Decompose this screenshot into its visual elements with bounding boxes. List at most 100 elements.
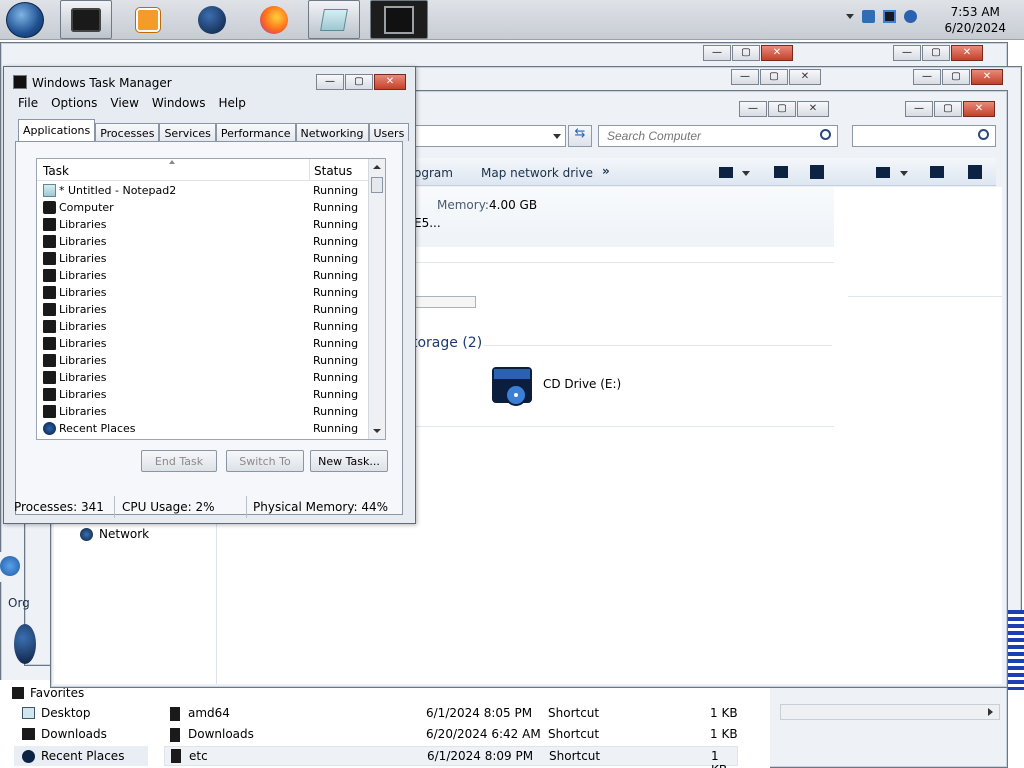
taskbar-computer-button[interactable] xyxy=(60,0,112,39)
nav-favorites[interactable]: Favorites xyxy=(12,686,84,700)
menu-options[interactable]: Options xyxy=(51,96,97,110)
task-row[interactable]: Libraries Running xyxy=(37,285,369,302)
scroll-up-icon[interactable] xyxy=(373,165,381,169)
maximize-button[interactable]: ▢ xyxy=(732,45,760,61)
minimize-button[interactable]: — xyxy=(316,74,344,90)
section-removable-storage[interactable]: torage (2) xyxy=(412,335,482,351)
file-row[interactable]: Downloads 6/20/2024 6:42 AM Shortcut 1 K… xyxy=(164,727,764,747)
close-button[interactable]: ✕ xyxy=(963,101,995,117)
close-button[interactable]: ✕ xyxy=(797,101,829,117)
task-row[interactable]: Libraries Running xyxy=(37,319,369,336)
task-row[interactable]: Libraries Running xyxy=(37,251,369,268)
menu-windows[interactable]: Windows xyxy=(152,96,206,110)
view-options-icon[interactable] xyxy=(719,167,733,178)
chevron-down-icon[interactable] xyxy=(742,171,750,176)
end-task-button[interactable]: End Task xyxy=(141,450,217,472)
nav-downloads[interactable]: Downloads xyxy=(22,727,107,741)
start-button[interactable] xyxy=(6,2,44,38)
search-icon[interactable] xyxy=(820,129,831,140)
minimize-button[interactable]: — xyxy=(739,101,767,117)
task-row[interactable]: Libraries Running xyxy=(37,404,369,421)
taskbar-taskmanager-button[interactable] xyxy=(370,0,428,39)
task-row[interactable]: Libraries Running xyxy=(37,336,369,353)
more-commands-button[interactable]: » xyxy=(602,164,610,178)
help-icon[interactable] xyxy=(810,165,824,179)
cd-drive-label[interactable]: CD Drive (E:) xyxy=(543,377,621,391)
tab-applications[interactable]: Applications xyxy=(18,119,96,141)
task-row[interactable]: Libraries Running xyxy=(37,370,369,387)
task-row[interactable]: Recent Places Running xyxy=(37,421,369,438)
file-row[interactable]: amd64 6/1/2024 8:05 PM Shortcut 1 KB xyxy=(164,706,764,726)
minimize-button[interactable]: — xyxy=(913,69,941,85)
tab-services[interactable]: Services xyxy=(159,123,216,141)
organize-fragment[interactable]: Org xyxy=(8,596,30,610)
scrollbar-thumb[interactable] xyxy=(371,177,383,193)
close-button[interactable]: ✕ xyxy=(951,45,983,61)
task-list[interactable]: Task Status * Untitled - Notepad2 Running… xyxy=(36,158,386,440)
taskbar-media-button[interactable] xyxy=(122,0,174,39)
action-center-icon[interactable] xyxy=(862,10,875,23)
task-row[interactable]: Libraries Running xyxy=(37,234,369,251)
taskbar-globe-button[interactable] xyxy=(186,0,238,39)
task-row[interactable]: Libraries Running xyxy=(37,353,369,370)
back-arrow-icon[interactable] xyxy=(0,556,20,576)
clock[interactable]: 7:53 AM 6/20/2024 xyxy=(944,4,1006,36)
nav-recent-places[interactable]: Recent Places xyxy=(14,746,148,766)
maximize-button[interactable]: ▢ xyxy=(345,74,373,90)
tab-networking[interactable]: Networking xyxy=(295,123,369,141)
task-row[interactable]: * Untitled - Notepad2 Running xyxy=(37,183,369,200)
switch-to-button[interactable]: Switch To xyxy=(226,450,304,472)
preview-pane-icon[interactable] xyxy=(930,166,944,178)
close-button[interactable]: ✕ xyxy=(374,74,406,90)
menu-view[interactable]: View xyxy=(110,96,138,110)
minimize-button[interactable]: — xyxy=(905,101,933,117)
maximize-button[interactable]: ▢ xyxy=(922,45,950,61)
map-network-drive-button[interactable]: Map network drive xyxy=(481,166,593,180)
chevron-down-icon[interactable] xyxy=(553,134,561,139)
task-row[interactable]: Libraries Running xyxy=(37,268,369,285)
chevron-right-icon[interactable] xyxy=(988,708,993,716)
taskbar-notepad-button[interactable] xyxy=(308,0,360,39)
chevron-down-icon[interactable] xyxy=(900,171,908,176)
task-row[interactable]: Libraries Running xyxy=(37,387,369,404)
tab-processes[interactable]: Processes xyxy=(95,123,160,141)
close-button[interactable]: ✕ xyxy=(789,69,821,85)
minimize-button[interactable]: — xyxy=(893,45,921,61)
column-task[interactable]: Task xyxy=(43,164,69,178)
scroll-down-icon[interactable] xyxy=(373,429,381,433)
tab-users[interactable]: Users xyxy=(368,123,410,141)
search-icon[interactable] xyxy=(978,129,989,140)
search-input-back[interactable] xyxy=(852,125,996,147)
help-icon[interactable] xyxy=(968,165,982,179)
horizontal-scrollbar[interactable] xyxy=(780,704,1000,720)
column-status[interactable]: Status xyxy=(314,164,352,178)
file-row[interactable]: etc 6/1/2024 8:09 PM Shortcut 1 KB xyxy=(164,746,738,768)
menu-file[interactable]: File xyxy=(18,96,38,110)
tab-performance[interactable]: Performance xyxy=(215,123,296,141)
chevron-up-icon[interactable] xyxy=(846,14,854,19)
taskbar-firefox-button[interactable] xyxy=(248,0,300,39)
vertical-scrollbar[interactable] xyxy=(368,159,385,439)
maximize-button[interactable]: ▢ xyxy=(942,69,970,85)
uninstall-program-button[interactable]: ogram xyxy=(414,166,453,180)
new-task-button[interactable]: New Task... xyxy=(310,450,388,472)
menu-help[interactable]: Help xyxy=(218,96,245,110)
task-row[interactable]: Computer Running xyxy=(37,200,369,217)
nav-desktop[interactable]: Desktop xyxy=(22,706,91,720)
refresh-button[interactable]: ⇆ xyxy=(568,125,592,147)
maximize-button[interactable]: ▢ xyxy=(760,69,788,85)
close-button[interactable]: ✕ xyxy=(761,45,793,61)
cd-drive-icon[interactable] xyxy=(490,361,536,406)
minimize-button[interactable]: — xyxy=(703,45,731,61)
maximize-button[interactable]: ▢ xyxy=(768,101,796,117)
close-button[interactable]: ✕ xyxy=(971,69,1003,85)
search-input[interactable] xyxy=(598,125,838,147)
maximize-button[interactable]: ▢ xyxy=(934,101,962,117)
preview-pane-icon[interactable] xyxy=(774,166,788,178)
nav-network[interactable]: Network xyxy=(80,527,149,541)
view-options-icon[interactable] xyxy=(876,167,890,178)
address-bar[interactable] xyxy=(414,125,566,147)
minimize-button[interactable]: — xyxy=(731,69,759,85)
volume-icon[interactable] xyxy=(904,10,917,23)
network-tray-icon[interactable] xyxy=(883,10,896,23)
